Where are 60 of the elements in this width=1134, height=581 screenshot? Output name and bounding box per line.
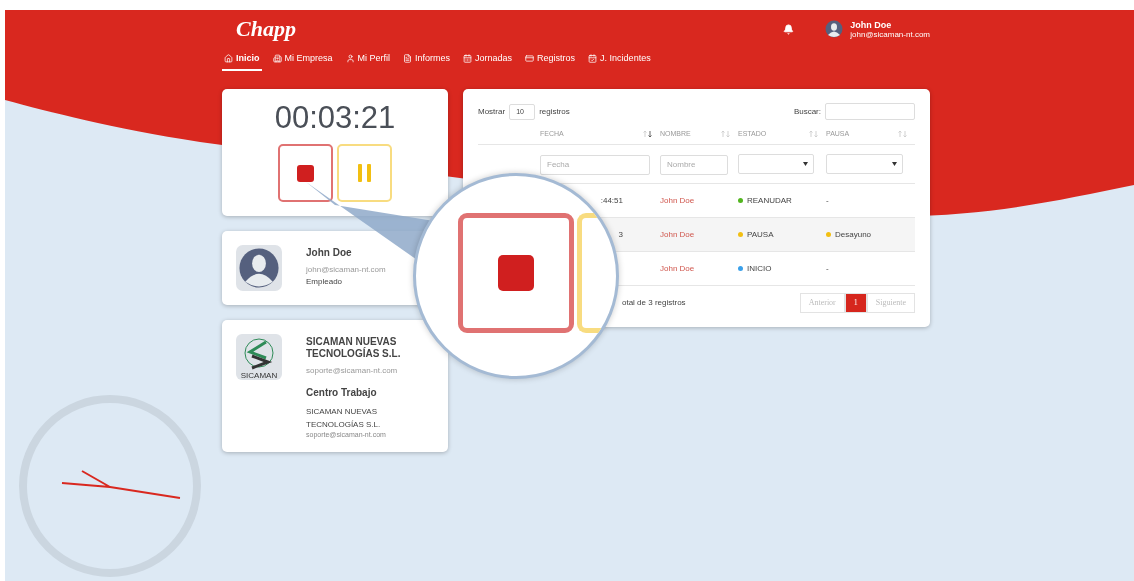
nav-tab[interactable]: Inicio — [222, 51, 262, 71]
sort-icon[interactable] — [643, 130, 652, 138]
caret-icon — [892, 161, 897, 166]
timer-display: 00:03:21 — [274, 100, 396, 136]
bell-icon[interactable] — [783, 23, 795, 35]
nav-tab[interactable]: J. Incidentes — [586, 51, 653, 71]
filter-field[interactable]: Nombre — [660, 154, 728, 175]
table-info: otal de 3 registros — [622, 298, 686, 307]
pause-icon — [358, 164, 371, 182]
status-cell: INICIO — [747, 263, 772, 273]
sort-icon[interactable] — [809, 130, 818, 138]
pause-cell: - — [826, 195, 829, 205]
nav-tab[interactable]: Informes — [401, 51, 453, 71]
calendar-icon — [463, 53, 473, 63]
section-title: Centro Trabajo — [306, 387, 378, 398]
name-cell: John Doe — [660, 195, 695, 205]
building-icon — [272, 53, 282, 63]
filter-field[interactable]: Fecha — [540, 154, 650, 175]
nav-tab[interactable]: Mi Empresa — [270, 51, 335, 71]
stop-button[interactable] — [278, 144, 333, 202]
user-name: John Doe — [850, 19, 893, 30]
date-cell: :44:51 — [600, 195, 623, 205]
profile-role: Empleado — [306, 277, 344, 286]
pause-cell: Desayuno — [835, 229, 872, 239]
profile-email: john@sicaman-nt.com — [306, 265, 387, 274]
status-cell: PAUSA — [747, 229, 774, 239]
sort-icon[interactable] — [898, 130, 907, 138]
nav-tab[interactable]: Mi Perfil — [343, 51, 393, 71]
status-cell: REANUDAR — [747, 195, 792, 205]
filter-select[interactable] — [738, 153, 814, 174]
company-name: SICAMAN NUEVAS TECNOLOGÍAS S.L. — [306, 336, 402, 360]
sort-icon[interactable] — [721, 130, 730, 138]
caret-icon — [803, 161, 808, 166]
avatar-icon — [236, 245, 282, 291]
person-icon — [345, 53, 355, 63]
name-cell: John Doe — [660, 229, 695, 239]
date-cell: 3 — [618, 229, 623, 239]
logo[interactable]: Chapp — [236, 16, 296, 42]
filter-select[interactable] — [826, 153, 903, 174]
center-name: SICAMAN NUEVAS TECNOLOGÍAS S.L. — [306, 406, 382, 431]
user-email: john@sicaman-nt.com — [850, 29, 930, 39]
card-icon — [525, 53, 535, 63]
company-logo: SICAMAN — [236, 334, 282, 380]
avatar-icon — [824, 19, 845, 39]
document-icon — [403, 53, 413, 63]
company-email: soporte@sicaman-nt.com — [306, 366, 399, 375]
show-label: Mostrar — [478, 107, 506, 116]
page-button[interactable]: 1 — [844, 292, 867, 313]
search-label: Buscar: — [793, 107, 821, 116]
calendar-check-icon — [588, 53, 598, 63]
home-icon — [224, 53, 233, 63]
pause-cell: - — [826, 263, 829, 273]
nav-tab[interactable]: Jornadas — [461, 51, 515, 71]
nav-tab[interactable]: Registros — [523, 51, 578, 71]
search-field[interactable] — [825, 103, 915, 120]
name-cell: John Doe — [660, 263, 695, 273]
show-suffix: registros — [539, 107, 570, 116]
stop-icon — [498, 255, 534, 291]
stop-icon — [297, 164, 314, 182]
profile-name: John Doe — [306, 247, 353, 259]
